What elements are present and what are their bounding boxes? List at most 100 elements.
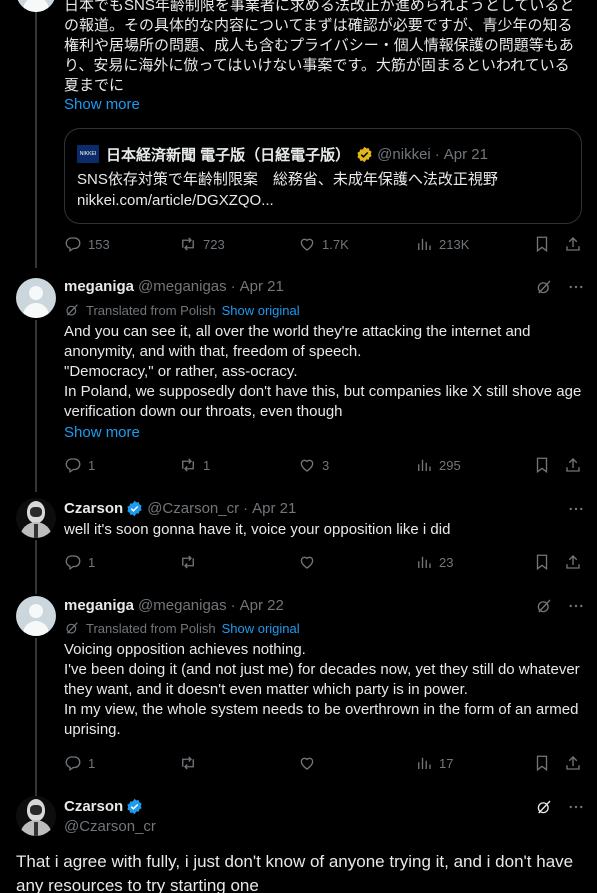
like-button[interactable]: 1.7K	[298, 234, 349, 254]
quote-author-name[interactable]: 日本経済新聞 電子版（日経電子版）	[106, 144, 350, 165]
quote-header: NIKKEI 日本経済新聞 電子版（日経電子版） @nikkei · Apr 2…	[77, 144, 488, 164]
repost-count: 723	[203, 236, 225, 252]
views-button[interactable]: 213K	[415, 234, 469, 254]
views-count: 23	[439, 554, 454, 570]
views-button[interactable]: 23	[415, 552, 453, 572]
reply-button[interactable]: 153	[64, 234, 110, 254]
bookmark-button[interactable]	[533, 753, 551, 773]
like-button[interactable]: 3	[298, 455, 329, 475]
share-button[interactable]	[564, 552, 582, 572]
repost-button[interactable]: 723	[179, 234, 225, 254]
author-name[interactable]: Czarson	[64, 798, 123, 815]
reply-icon	[65, 237, 81, 253]
more-icon[interactable]	[567, 798, 585, 816]
focused-post-text: That i agree with fully, i just don't kn…	[16, 852, 574, 893]
bookmark-button[interactable]	[533, 552, 551, 572]
translation-notice: Translated from Polish Show original	[64, 619, 300, 637]
grok-icon[interactable]	[535, 597, 553, 615]
show-more-link[interactable]: Show more	[64, 96, 140, 113]
repost-button[interactable]	[179, 753, 197, 773]
post-date[interactable]: Apr 21	[240, 278, 284, 295]
more-icon[interactable]	[567, 597, 585, 615]
repost-icon	[182, 756, 194, 770]
share-button[interactable]	[564, 753, 582, 773]
share-button[interactable]	[564, 234, 582, 254]
post-top[interactable]: 日本でもSNS年齢制限を事業者に求める法改正が進められようとしているとの報道。そ…	[0, 0, 597, 268]
nikkei-logo: NIKKEI	[77, 145, 99, 163]
post-text: Voicing opposition achieves nothing. I'v…	[64, 641, 580, 738]
like-icon	[300, 556, 314, 569]
show-original-link[interactable]: Show original	[222, 303, 300, 318]
translate-icon	[66, 304, 78, 316]
share-icon	[566, 756, 580, 770]
more-icon[interactable]	[567, 278, 585, 296]
author-handle[interactable]: @Czarson_cr	[64, 818, 156, 835]
author-handle[interactable]: @meganigas	[138, 597, 227, 614]
reply-icon	[65, 458, 81, 474]
avatar[interactable]	[16, 0, 56, 12]
grok-icon[interactable]	[535, 278, 553, 296]
avatar[interactable]	[16, 278, 56, 318]
more-icon[interactable]	[567, 500, 585, 518]
action-bar: 1 1 3 295	[64, 455, 584, 475]
grok-icon[interactable]	[535, 798, 553, 816]
show-original-link[interactable]: Show original	[222, 621, 300, 636]
bookmark-icon	[536, 457, 548, 474]
reply-button[interactable]: 1	[64, 552, 95, 572]
author-name[interactable]: meganiga	[64, 278, 134, 295]
repost-button[interactable]: 1	[179, 455, 210, 475]
views-count: 295	[439, 457, 461, 473]
repost-button[interactable]	[179, 552, 197, 572]
show-more-link[interactable]: Show more	[64, 424, 140, 441]
reply-count: 1	[88, 554, 96, 570]
avatar[interactable]	[16, 796, 56, 836]
quote-author-handle[interactable]: @nikkei	[377, 146, 431, 163]
post-date[interactable]: Apr 21	[252, 500, 296, 517]
avatar[interactable]	[16, 498, 56, 538]
views-button[interactable]: 295	[415, 455, 461, 475]
like-button[interactable]	[298, 552, 316, 572]
reply-count: 153	[88, 236, 110, 252]
post-date[interactable]: Apr 22	[240, 597, 284, 614]
repost-icon	[182, 555, 194, 569]
verified-icon	[127, 500, 142, 516]
bookmark-button[interactable]	[533, 234, 551, 254]
quote-link[interactable]: nikkei.com/article/DGXZQO...	[77, 190, 274, 211]
reply-post[interactable]: meganiga @meganigas · Apr 21 Translated …	[0, 268, 597, 488]
reply-post[interactable]: meganiga @meganigas · Apr 22 Translated …	[0, 588, 597, 788]
reply-button[interactable]: 1	[64, 455, 95, 475]
post-menu	[535, 278, 585, 296]
reply-icon	[65, 555, 81, 571]
author-name[interactable]: meganiga	[64, 597, 134, 614]
views-icon	[418, 459, 431, 471]
views-icon	[418, 556, 431, 568]
post-menu	[567, 500, 585, 518]
bookmark-icon	[536, 755, 548, 772]
post-header: Czarson @Czarson_cr · Apr 21	[64, 499, 297, 517]
like-button[interactable]	[298, 753, 316, 773]
reply-icon	[65, 756, 81, 772]
share-button[interactable]	[564, 455, 582, 475]
reply-button[interactable]: 1	[64, 753, 95, 773]
post-text: well it's soon gonna have it, voice your…	[64, 521, 451, 538]
author-handle[interactable]: @meganigas	[138, 278, 227, 295]
action-bar: 153 723 1.7K 213K	[64, 234, 584, 254]
post-header: meganiga @meganigas · Apr 22	[64, 596, 284, 614]
post-text: And you can see it, all over the world t…	[64, 323, 582, 420]
like-icon	[300, 757, 314, 770]
action-bar: 1 17	[64, 753, 584, 773]
author-handle[interactable]: @Czarson_cr	[147, 500, 239, 517]
thread-view: 日本でもSNS年齢制限を事業者に求める法改正が進められようとしているとの報道。そ…	[0, 0, 597, 893]
post-text: 日本でもSNS年齢制限を事業者に求める法改正が進められようとしているとの報道。そ…	[64, 0, 575, 94]
quote-card[interactable]: NIKKEI 日本経済新聞 電子版（日経電子版） @nikkei · Apr 2…	[64, 128, 582, 224]
views-button[interactable]: 17	[415, 753, 453, 773]
avatar[interactable]	[16, 596, 56, 636]
like-count: 1.7K	[322, 236, 349, 252]
views-icon	[418, 757, 431, 769]
bookmark-button[interactable]	[533, 455, 551, 475]
quote-date[interactable]: Apr 21	[444, 146, 488, 163]
post-header: Czarson	[64, 796, 143, 816]
author-name[interactable]: Czarson	[64, 500, 123, 517]
like-count: 3	[322, 457, 330, 473]
reply-post[interactable]: Czarson @Czarson_cr · Apr 21 well it's s…	[0, 488, 597, 588]
